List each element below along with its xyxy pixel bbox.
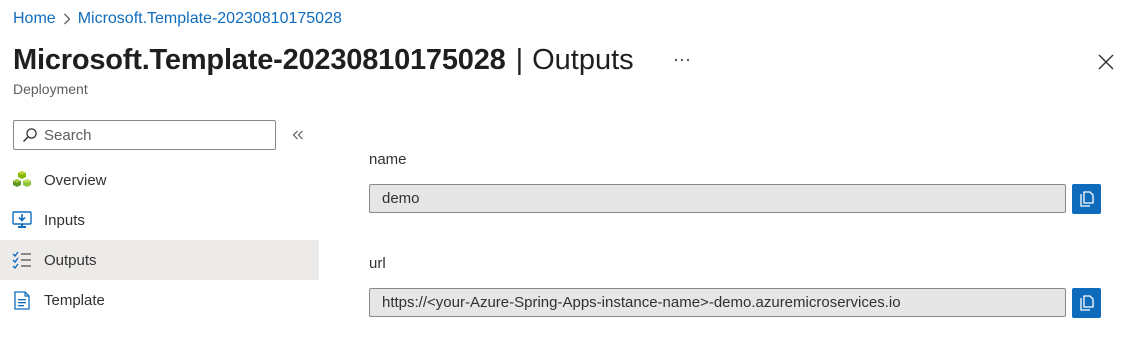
output-url-field[interactable]: https://<your-Azure-Spring-Apps-instance… bbox=[369, 288, 1066, 317]
sidebar-item-template[interactable]: Template bbox=[0, 280, 319, 320]
output-name-field[interactable]: demo bbox=[369, 184, 1066, 213]
sidebar-item-overview[interactable]: Overview bbox=[0, 160, 319, 200]
template-document-icon bbox=[12, 290, 32, 310]
search-icon bbox=[22, 127, 38, 143]
deployment-outputs-page: Home Microsoft.Template-20230810175028 M… bbox=[0, 0, 1132, 340]
page-title: Microsoft.Template-20230810175028 | Outp… bbox=[13, 42, 634, 78]
sidebar-item-outputs[interactable]: Outputs bbox=[0, 240, 319, 280]
close-icon[interactable] bbox=[1094, 50, 1118, 74]
search-input[interactable] bbox=[44, 126, 264, 144]
inputs-monitor-icon bbox=[12, 210, 32, 230]
sidebar-item-label: Overview bbox=[44, 171, 107, 189]
breadcrumb-home-link[interactable]: Home bbox=[13, 10, 56, 28]
breadcrumb: Home Microsoft.Template-20230810175028 bbox=[13, 9, 342, 29]
collapse-sidebar-icon[interactable] bbox=[288, 126, 308, 144]
page-title-section: Outputs bbox=[532, 43, 634, 76]
page-subtitle: Deployment bbox=[13, 81, 88, 97]
sidebar-item-label: Inputs bbox=[44, 211, 85, 229]
sidebar-nav: Overview Inputs Outputs Template bbox=[0, 160, 319, 320]
breadcrumb-deployment-link[interactable]: Microsoft.Template-20230810175028 bbox=[78, 10, 342, 28]
copy-name-button[interactable] bbox=[1072, 184, 1101, 214]
chevron-right-icon bbox=[56, 13, 78, 25]
overview-cubes-icon bbox=[12, 170, 32, 190]
page-title-resource: Microsoft.Template-20230810175028 bbox=[13, 43, 506, 76]
sidebar-item-label: Outputs bbox=[44, 251, 97, 269]
copy-icon bbox=[1079, 191, 1094, 207]
outputs-checklist-icon bbox=[12, 250, 32, 270]
page-title-separator: | bbox=[515, 43, 524, 76]
copy-url-button[interactable] bbox=[1072, 288, 1101, 318]
sidebar-item-label: Template bbox=[44, 291, 105, 309]
sidebar-item-inputs[interactable]: Inputs bbox=[0, 200, 319, 240]
copy-icon bbox=[1079, 295, 1094, 311]
output-url-label: url bbox=[369, 255, 386, 272]
output-name-label: name bbox=[369, 151, 407, 168]
ellipsis-icon[interactable] bbox=[668, 50, 696, 70]
search-box[interactable] bbox=[13, 120, 276, 150]
